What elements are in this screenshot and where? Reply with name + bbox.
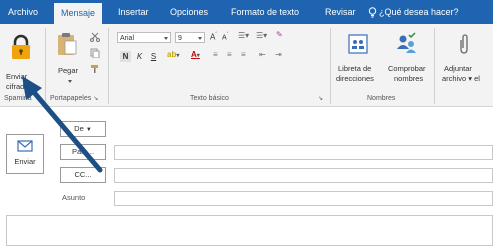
bold-button[interactable]: N (120, 51, 131, 62)
check-names-label-1: Comprobar (388, 64, 426, 73)
shrink-font-icon[interactable]: Aˇ (222, 32, 228, 41)
align-right-icon[interactable]: ≡ (241, 50, 246, 59)
tab-opciones[interactable]: Opciones (170, 0, 208, 24)
to-field[interactable] (114, 145, 493, 160)
message-body[interactable] (6, 215, 493, 246)
tell-me-box[interactable]: ¿Qué desea hacer? (368, 0, 459, 24)
numbering-icon[interactable]: ☰▾ (256, 31, 267, 40)
tab-insertar[interactable]: Insertar (118, 0, 149, 24)
subject-label: Asunto (62, 193, 86, 202)
bullets-icon[interactable]: ☰▾ (238, 31, 249, 40)
check-names-label-2: nombres (394, 74, 424, 83)
font-size-value: 9 (178, 35, 182, 42)
dialog-launcher-icon[interactable]: ↘ (318, 95, 323, 102)
font-name-value: Arial (120, 35, 135, 42)
clear-formatting-icon[interactable]: ✎ (276, 30, 283, 39)
underline-button[interactable]: S (148, 51, 159, 62)
tell-me-label: ¿Qué desea hacer? (379, 7, 459, 17)
tab-revisar[interactable]: Revisar (325, 0, 356, 24)
subject-field[interactable] (114, 191, 493, 206)
increase-indent-icon[interactable]: ⇥ (275, 50, 282, 59)
tab-mensaje[interactable]: Mensaje (54, 3, 103, 24)
align-left-icon[interactable]: ≡ (213, 50, 218, 59)
align-center-icon[interactable]: ≡ (227, 50, 232, 59)
italic-button[interactable]: K (134, 51, 145, 62)
copy-icon[interactable] (90, 48, 100, 58)
chevron-down-icon (198, 37, 202, 40)
group-label-names: Nombres (367, 95, 396, 102)
decrease-indent-icon[interactable]: ⇤ (259, 50, 266, 59)
cc-field[interactable] (114, 168, 493, 183)
tab-formato-de-texto[interactable]: Formato de texto (231, 0, 299, 24)
address-book-button[interactable]: Libreta de direcciones (336, 32, 382, 92)
scissors-icon[interactable] (90, 32, 100, 42)
tab-archivo[interactable]: Archivo (8, 0, 38, 24)
lightbulb-icon (368, 7, 377, 18)
group-label-basic-text: Texto básico (190, 95, 229, 102)
check-names-icon (397, 32, 416, 53)
group-separator (434, 28, 435, 104)
ribbon-tab-bar: Archivo Mensaje Insertar Opciones Format… (0, 0, 493, 24)
annotation-arrow (22, 76, 103, 173)
address-book-label-2: direcciones (336, 74, 374, 83)
attach-file-label-2: archivo ▾ el (442, 74, 480, 83)
font-name-select[interactable]: Arial (117, 32, 171, 43)
group-separator (330, 28, 331, 104)
clipboard-icon (58, 33, 77, 55)
grow-font-icon[interactable]: Aˆ (210, 32, 217, 42)
address-book-label-1: Libreta de (338, 64, 372, 73)
attach-file-label-1: Adjuntar (444, 64, 472, 73)
check-names-button[interactable]: Comprobar nombres (384, 32, 430, 92)
highlight-icon[interactable]: ab▾ (167, 50, 179, 59)
font-size-select[interactable]: 9 (175, 32, 205, 43)
address-book-icon (348, 34, 368, 54)
attach-file-button[interactable]: Adjuntar archivo ▾ el (440, 32, 493, 92)
font-color-icon[interactable]: A▾ (191, 50, 200, 59)
padlock-icon (12, 34, 30, 59)
chevron-down-icon (164, 37, 168, 40)
paperclip-icon (460, 34, 468, 54)
